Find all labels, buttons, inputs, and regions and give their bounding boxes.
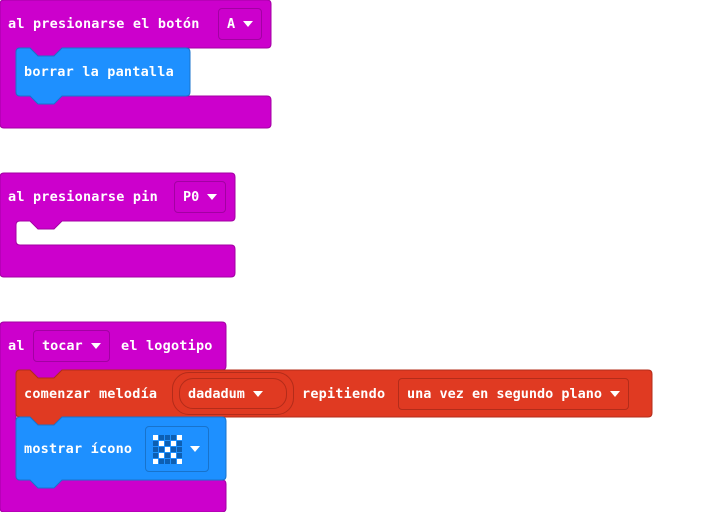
pin-dropdown[interactable]: P0 [174, 181, 227, 213]
led-off [171, 458, 176, 464]
dropdown-arrow-icon [243, 21, 254, 27]
button-dropdown[interactable]: A [218, 8, 263, 40]
button-dropdown-value: A [227, 16, 236, 32]
on-logo-suffix-label: el logotipo [121, 338, 213, 354]
led-on [159, 440, 164, 446]
led-on [171, 452, 176, 458]
led-off [165, 452, 170, 458]
on-button-pressed-label: al presionarse el botón [8, 16, 200, 32]
start-melody-label: comenzar melodía [24, 386, 158, 402]
led-off [177, 440, 182, 446]
logo-action-value: tocar [42, 338, 83, 354]
led-on [177, 434, 182, 440]
led-off [171, 446, 176, 452]
led-off [165, 434, 170, 440]
led-on [153, 458, 158, 464]
led-off [159, 446, 164, 452]
led-on [153, 434, 158, 440]
on-pin-pressed-label: al presionarse pin [8, 189, 158, 205]
blocks-workspace[interactable]: al presionarse el botón A borrar la pant… [0, 0, 705, 512]
led-off [159, 458, 164, 464]
melody-value: dadadum [188, 385, 245, 402]
dropdown-arrow-icon [90, 343, 101, 349]
repeat-mode-dropdown[interactable]: una vez en segundo plano [398, 378, 630, 410]
led-off [165, 458, 170, 464]
led-off [153, 446, 158, 452]
logo-action-dropdown[interactable]: tocar [33, 330, 110, 362]
show-icon-label: mostrar ícono [24, 441, 133, 457]
led-on [165, 446, 170, 452]
led-on [171, 440, 176, 446]
repeat-mode-value: una vez en segundo plano [407, 386, 603, 402]
pin-dropdown-value: P0 [183, 189, 200, 205]
dropdown-arrow-icon [252, 390, 263, 397]
led-off [177, 452, 182, 458]
icon-picker-dropdown[interactable] [145, 426, 209, 472]
led-off [171, 434, 176, 440]
led-on [177, 458, 182, 464]
led-off [153, 440, 158, 446]
dropdown-arrow-icon [610, 391, 621, 397]
led-off [177, 446, 182, 452]
clear-screen-label: borrar la pantalla [24, 64, 174, 80]
x-icon [153, 434, 182, 464]
led-off [165, 440, 170, 446]
led-off [153, 452, 158, 458]
dropdown-arrow-icon [207, 194, 218, 200]
melody-selector[interactable]: dadadum [172, 372, 294, 415]
led-off [159, 434, 164, 440]
led-on [159, 452, 164, 458]
on-logo-prefix-label: al [8, 338, 25, 354]
repeat-label: repitiendo [302, 386, 386, 402]
dropdown-arrow-icon [190, 446, 200, 452]
